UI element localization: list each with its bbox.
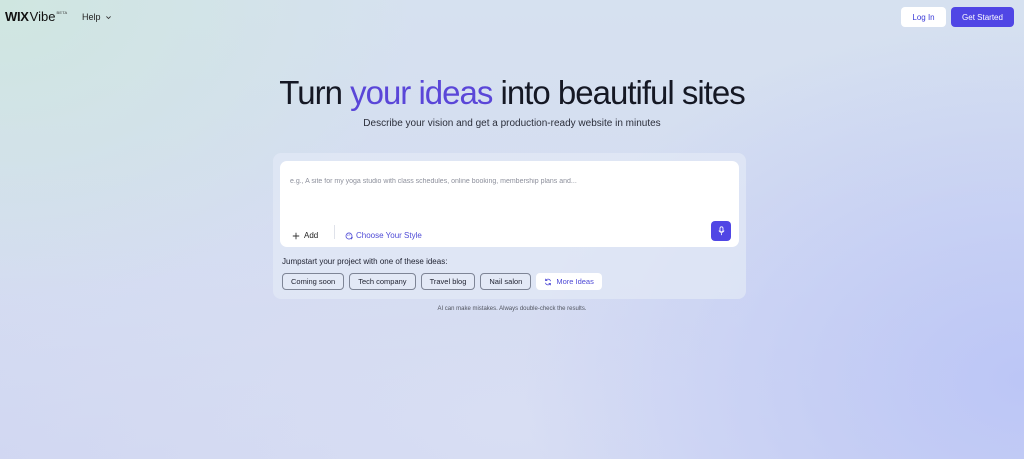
prompt-box: Add Choose Your Style xyxy=(280,161,739,247)
help-menu[interactable]: Help xyxy=(82,12,112,22)
wix-vibe-logo[interactable]: WIX Vibe BETA xyxy=(5,9,67,24)
prompt-panel: Add Choose Your Style Jumpstart your pro… xyxy=(273,153,746,299)
more-ideas-label: More Ideas xyxy=(556,277,594,286)
refresh-icon xyxy=(545,278,552,285)
idea-chips: Coming soon Tech company Travel blog Nai… xyxy=(282,273,602,290)
headline-accent: your ideas xyxy=(350,74,493,111)
chevron-down-icon xyxy=(105,15,111,19)
hero-subheading: Describe your vision and get a productio… xyxy=(363,118,661,129)
add-label: Add xyxy=(304,231,319,240)
prompt-input[interactable] xyxy=(290,178,720,185)
idea-chip-coming-soon[interactable]: Coming soon xyxy=(282,273,345,290)
microphone-button[interactable] xyxy=(711,221,731,241)
top-navigation: WIX Vibe BETA Help Log In Get Started xyxy=(0,0,1024,34)
hero-headline: Turn your ideas into beautiful sites xyxy=(0,74,1024,112)
idea-chip-tech-company[interactable]: Tech company xyxy=(349,273,416,290)
microphone-icon xyxy=(717,226,725,236)
palette-icon xyxy=(345,232,353,239)
logo-wix-text: WIX xyxy=(5,9,29,24)
idea-chip-nail-salon[interactable]: Nail salon xyxy=(480,273,532,290)
headline-part-1: Turn xyxy=(279,74,351,111)
more-ideas-button[interactable]: More Ideas xyxy=(536,273,602,290)
choose-style-label: Choose Your Style xyxy=(356,231,422,240)
logo-vibe-text: Vibe xyxy=(29,9,56,24)
idea-chip-travel-blog[interactable]: Travel blog xyxy=(420,273,476,290)
toolbar-divider xyxy=(334,225,335,239)
help-label: Help xyxy=(82,12,101,22)
ideas-heading: Jumpstart your project with one of these… xyxy=(282,257,448,266)
beta-badge: BETA xyxy=(56,10,68,15)
choose-style-button[interactable]: Choose Your Style xyxy=(345,231,422,240)
ai-disclaimer: AI can make mistakes. Always double-chec… xyxy=(437,306,587,312)
get-started-button[interactable]: Get Started xyxy=(951,7,1014,27)
add-button[interactable]: Add xyxy=(292,231,318,240)
headline-part-2: into beautiful sites xyxy=(492,74,746,111)
plus-icon xyxy=(292,232,300,239)
login-button[interactable]: Log In xyxy=(901,7,946,27)
